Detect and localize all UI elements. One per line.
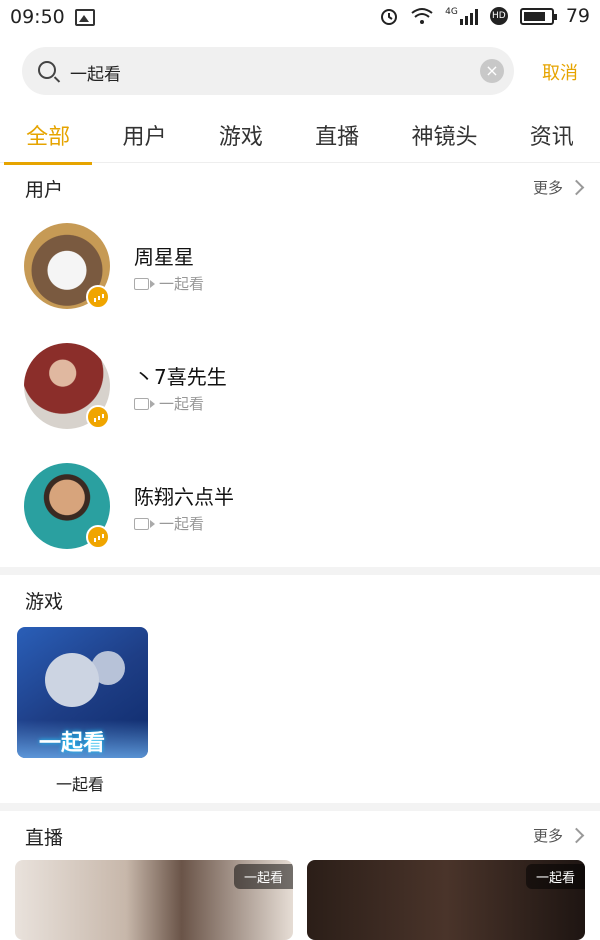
user-item[interactable]: 陈翔六点半 一起看 — [0, 447, 600, 567]
battery-level: 79 — [565, 5, 590, 27]
users-section-title: 用户 — [25, 179, 64, 201]
game-label[interactable]: 一起看 — [56, 771, 104, 795]
video-icon — [134, 397, 155, 410]
live-card-tag: 一起看 — [233, 864, 293, 889]
game-thumbnail[interactable]: 一起看 — [17, 627, 148, 758]
user-subtitle-row: 一起看 — [134, 393, 204, 414]
tab-live[interactable]: 直播 — [311, 119, 363, 151]
live-badge-icon — [86, 525, 110, 549]
user-subtitle: 一起看 — [159, 275, 205, 293]
tab-all[interactable]: 全部 — [4, 119, 93, 165]
users-more-link[interactable]: 更多 — [532, 177, 585, 198]
hd-icon: HD — [489, 7, 508, 25]
section-divider — [0, 567, 600, 575]
user-subtitle-row: 一起看 — [134, 273, 204, 294]
tab-clips[interactable]: 神镜头 — [407, 119, 481, 151]
user-subtitle-row: 一起看 — [134, 513, 204, 534]
section-divider — [0, 803, 600, 811]
users-section: 用户 更多 周星星 一起看 丶7喜先生 一起看 陈翔六点半 一起看 — [0, 163, 600, 567]
image-icon — [74, 8, 95, 26]
tab-users[interactable]: 用户 — [118, 119, 170, 151]
more-label: 更多 — [532, 179, 563, 197]
tab-games[interactable]: 游戏 — [215, 119, 267, 151]
battery-icon — [519, 7, 557, 25]
search-query: 一起看 — [70, 65, 121, 85]
live-card[interactable]: 一起看 — [15, 860, 293, 940]
network-type: 4G — [445, 7, 458, 17]
clock: 09:50 — [10, 6, 65, 28]
user-name: 周星星 — [134, 245, 194, 269]
tab-news[interactable]: 资讯 — [526, 119, 578, 151]
user-subtitle: 一起看 — [159, 515, 205, 533]
more-label: 更多 — [532, 827, 563, 845]
search-input[interactable]: 一起看 × — [22, 47, 514, 95]
user-name: 丶7喜先生 — [134, 365, 227, 389]
game-thumb-title: 一起看 — [39, 731, 106, 756]
clear-button[interactable]: × — [480, 59, 504, 83]
live-card[interactable]: 一起看 — [307, 860, 585, 940]
games-section-title: 游戏 — [25, 591, 64, 613]
signal-icon: 4G — [445, 7, 478, 25]
live-card-tag: 一起看 — [525, 864, 585, 889]
chevron-right-icon — [568, 827, 585, 844]
live-cards: 一起看 一起看 — [15, 860, 585, 940]
live-section-title: 直播 — [25, 827, 64, 849]
live-badge-icon — [86, 285, 110, 309]
user-subtitle: 一起看 — [159, 395, 205, 413]
status-bar: 09:50 4G HD 79 — [0, 0, 600, 36]
wifi-icon — [411, 8, 433, 24]
video-icon — [134, 517, 155, 530]
live-more-link[interactable]: 更多 — [532, 825, 585, 846]
film-reel-icon — [45, 653, 99, 707]
games-section: 游戏 一起看 一起看 — [0, 575, 600, 803]
video-icon — [134, 277, 155, 290]
user-item[interactable]: 周星星 一起看 — [0, 207, 600, 327]
chevron-right-icon — [568, 179, 585, 196]
user-item[interactable]: 丶7喜先生 一起看 — [0, 327, 600, 447]
user-name: 陈翔六点半 — [134, 485, 234, 509]
category-tabs: 全部 用户 游戏 直播 神镜头 资讯 — [0, 108, 600, 165]
cancel-button[interactable]: 取消 — [542, 59, 578, 85]
search-icon — [38, 61, 56, 79]
alarm-icon — [381, 9, 398, 25]
live-badge-icon — [86, 405, 110, 429]
